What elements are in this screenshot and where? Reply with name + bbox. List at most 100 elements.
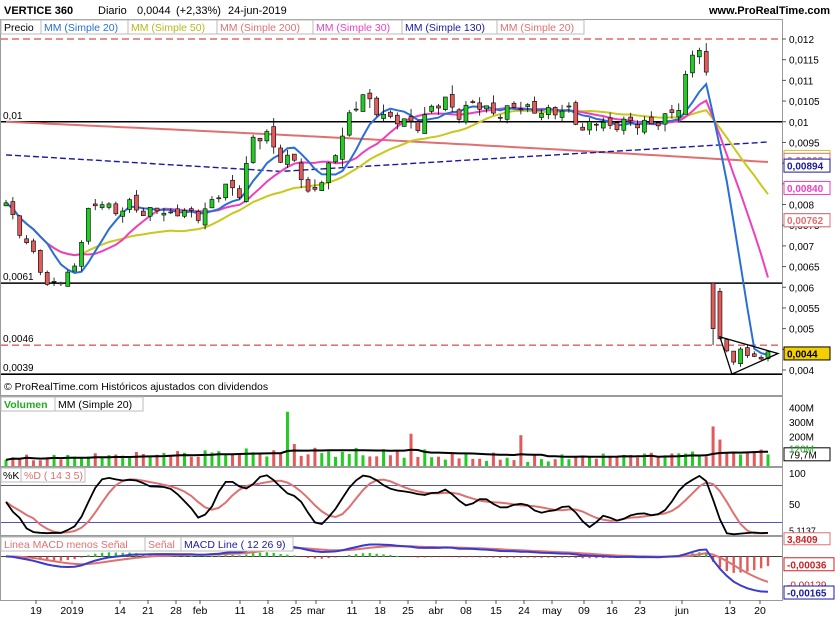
candle-body: [127, 199, 132, 210]
volume-bar: [505, 457, 509, 466]
macd-hist-bar: [327, 556, 330, 559]
macd-hist-bar: [526, 556, 529, 558]
candle-body: [415, 121, 421, 131]
time-tick-label: jun: [674, 605, 689, 617]
price-axis: 0,0120,01150,0110,01050,010,00950,0090,0…: [782, 35, 835, 600]
candle-body: [573, 102, 579, 125]
candle-body: [298, 162, 304, 180]
macd-hist-bar: [382, 554, 385, 557]
volume-bar: [66, 454, 70, 466]
candle-body: [367, 92, 373, 100]
candle-body: [10, 201, 16, 215]
volume-bar: [601, 453, 605, 466]
macd-hist-bar: [725, 556, 729, 572]
candle-body: [662, 113, 668, 125]
macd-hist-bar: [66, 556, 69, 561]
candle-body: [587, 121, 592, 131]
candle-body: [504, 105, 510, 120]
candle-body: [539, 113, 544, 118]
volume-bar: [512, 460, 516, 466]
macd-hist-bar: [492, 556, 495, 558]
macd-hist-bar: [423, 556, 426, 558]
site-url: www.ProRealTime.com: [708, 5, 830, 17]
volume-bar: [347, 453, 351, 466]
value-tag: 0,00840: [787, 184, 824, 195]
volume-bar: [25, 454, 29, 466]
macd-hist-bar: [567, 556, 571, 558]
candle-body: [120, 210, 126, 217]
volume-bar: [395, 451, 399, 466]
legend-macd-signal: Señal: [148, 539, 175, 551]
macd-hist-bar: [361, 553, 365, 557]
volume-bar: [450, 452, 454, 466]
volume-bar: [457, 458, 461, 466]
macd-hist-bar: [293, 555, 296, 557]
candle-body: [443, 96, 448, 110]
candle-body: [401, 118, 407, 127]
legend-mm130: MM (Simple 130): [405, 22, 485, 34]
candle-body: [621, 118, 627, 131]
ticker-title: VERTICE 360: [4, 5, 73, 17]
candle-body: [271, 126, 277, 148]
legend-macd-hist: Linea MACD menos Señal: [4, 539, 128, 551]
price-tick-label: 0,0115: [789, 56, 819, 67]
time-tick-label: 25: [290, 605, 302, 617]
price-tick-label: 0,011: [789, 76, 814, 87]
header-date: 24-jun-2019: [228, 5, 287, 17]
candle-body: [44, 272, 50, 285]
macd-hist-bar: [190, 555, 193, 557]
candle-body: [566, 105, 572, 108]
volume-bar: [704, 456, 708, 466]
volume-bar: [340, 451, 344, 466]
time-tick-label: 09: [578, 605, 590, 617]
candle-body: [3, 202, 9, 207]
candle-body: [751, 353, 757, 357]
volume-bar: [636, 457, 640, 466]
price-tick-label: 0,004: [789, 366, 814, 377]
macd-hist-bar: [217, 555, 221, 557]
time-tick-label: 18: [262, 605, 274, 617]
price-tick-label: 0,0105: [789, 97, 820, 108]
candle-body: [669, 109, 675, 113]
candle-body: [353, 108, 359, 111]
macd-hist-bar: [402, 556, 406, 558]
volume-bar: [279, 452, 283, 466]
volume-bar: [327, 451, 331, 466]
time-tick-label: 18: [374, 605, 386, 617]
macd-hist-bar: [457, 556, 461, 558]
time-tick-label: feb: [193, 605, 208, 617]
volume-bar: [745, 452, 749, 466]
macd-hist-bar: [533, 556, 536, 558]
time-tick-label: 21: [142, 605, 154, 617]
candle-body: [436, 105, 441, 109]
candle-body: [17, 215, 23, 236]
candle-body: [106, 203, 112, 208]
volume-bar: [100, 457, 104, 466]
candle-body: [92, 203, 98, 207]
candle-body: [724, 339, 730, 352]
volume-bar: [306, 454, 310, 466]
macd-hist-bar: [197, 556, 200, 558]
legend-mm20: MM (Simple 20): [44, 22, 118, 34]
candle-body: [546, 107, 551, 116]
candle-body: [79, 242, 84, 267]
candle-body: [31, 240, 36, 252]
volume-bar: [375, 456, 379, 466]
macd-hist-bar: [231, 554, 234, 557]
candle-body: [758, 356, 764, 360]
macd-hist-bar: [94, 553, 97, 557]
volume-bar: [711, 426, 715, 466]
macd-hist-bar: [320, 556, 323, 559]
candle-body: [703, 51, 709, 73]
time-tick-label: abr: [428, 605, 444, 617]
time-tick-label: 14: [114, 605, 126, 617]
macd-hist-bar: [299, 556, 303, 558]
volume-bar: [196, 456, 200, 466]
volume-bar: [299, 455, 303, 466]
macd-hist-bar: [416, 556, 420, 558]
volume-bar: [485, 460, 489, 466]
candle-body: [594, 123, 599, 126]
macd-hist-bar: [286, 554, 289, 557]
candle-body: [51, 281, 57, 283]
candle-body: [607, 117, 613, 126]
